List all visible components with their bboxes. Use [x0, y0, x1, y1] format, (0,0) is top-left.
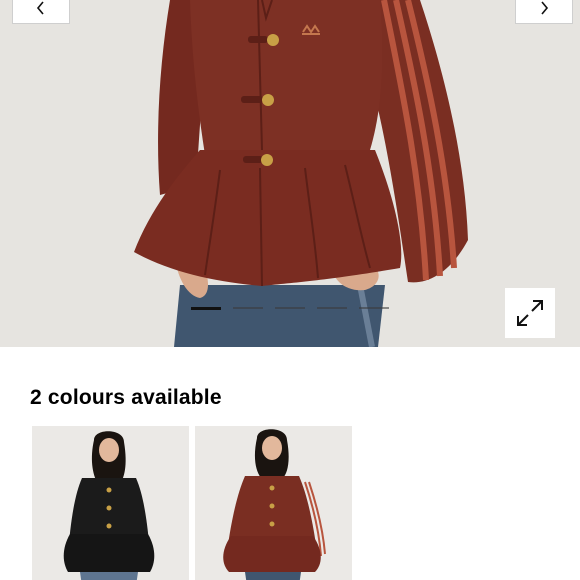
gallery-dot-2[interactable] — [233, 307, 263, 309]
product-photo — [0, 0, 580, 347]
gallery-pagination — [191, 307, 389, 311]
gallery-dot-3[interactable] — [275, 307, 305, 309]
colour-swatch-black[interactable] — [32, 426, 189, 580]
expand-icon — [517, 300, 543, 326]
colour-swatch-burgundy[interactable] — [195, 426, 352, 580]
colour-swatch-list — [32, 426, 352, 580]
gallery-dot-1[interactable] — [191, 307, 221, 310]
gallery-dot-5[interactable] — [359, 307, 389, 309]
next-image-button[interactable] — [515, 0, 573, 24]
swatch-image-black — [32, 426, 189, 580]
product-image-gallery — [0, 0, 580, 347]
previous-image-button[interactable] — [12, 0, 70, 24]
fullscreen-button[interactable] — [505, 288, 555, 338]
chevron-right-icon — [541, 1, 549, 15]
chevron-left-icon — [36, 1, 44, 15]
colours-available-heading: 2 colours available — [30, 386, 222, 409]
gallery-dot-4[interactable] — [317, 307, 347, 309]
swatch-image-burgundy — [195, 426, 352, 580]
